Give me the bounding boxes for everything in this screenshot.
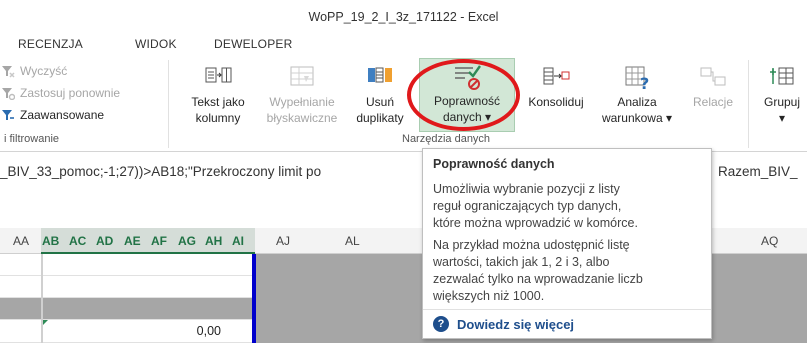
column-divider xyxy=(41,254,43,343)
remove-duplicates-label-2: duplikaty xyxy=(356,111,404,125)
tooltip-title: Poprawność danych xyxy=(433,157,555,171)
data-validation-icon xyxy=(450,59,484,93)
data-validation-label-1: Poprawność xyxy=(433,94,501,108)
text-to-columns-label-2: kolumny xyxy=(195,111,241,125)
relationships-label: Relacje xyxy=(692,95,734,109)
tab-recenzja[interactable]: RECENZJA xyxy=(18,37,83,51)
filter-group-label: i filtrowanie xyxy=(4,133,60,145)
table-row[interactable] xyxy=(0,254,255,276)
tab-widok[interactable]: WIDOK xyxy=(135,37,177,51)
remove-duplicates-button[interactable]: Usuń duplikaty xyxy=(349,60,411,126)
consolidate-label: Konsoliduj xyxy=(528,95,584,109)
tooltip-paragraph-2: Na przykład można udostępnić listę warto… xyxy=(433,238,643,303)
what-if-analysis-button[interactable]: ? Analiza warunkowa ▾ xyxy=(594,60,680,126)
advanced-filter-label: Zaawansowane xyxy=(20,108,105,122)
svg-text:?: ? xyxy=(640,74,649,92)
data-validation-tooltip: Poprawność danych Umożliwia wybranie poz… xyxy=(422,148,712,339)
cell-area[interactable]: 0,00 xyxy=(0,254,255,343)
relationships-icon xyxy=(696,60,730,94)
column-header[interactable]: AJ xyxy=(276,234,290,248)
table-row[interactable] xyxy=(0,276,255,298)
column-header[interactable]: AG xyxy=(178,234,196,248)
group-button[interactable]: Grupuj ▾ xyxy=(754,60,807,126)
formula-text-left: _BIV_33_pomoc;-1;27))>AB18;"Przekroczony… xyxy=(0,164,322,179)
remove-duplicates-icon xyxy=(363,60,397,94)
reapply-label: Zastosuj ponownie xyxy=(20,86,121,100)
tooltip-separator xyxy=(423,309,711,310)
clear-filter-button[interactable]: Wyczyść xyxy=(0,61,67,81)
consolidate-icon xyxy=(539,60,573,94)
column-header[interactable]: AH xyxy=(205,234,222,248)
cell-value: 0,00 xyxy=(196,324,221,338)
column-header[interactable]: AA xyxy=(13,234,29,248)
group-label: Grupuj xyxy=(763,95,801,109)
what-if-analysis-label-1: Analiza xyxy=(617,95,657,109)
table-row[interactable]: 0,00 xyxy=(0,320,255,343)
group-separator xyxy=(168,60,169,148)
consolidate-button[interactable]: Konsoliduj xyxy=(520,60,592,110)
remove-duplicates-label-1: Usuń xyxy=(365,95,394,109)
column-header[interactable]: AC xyxy=(69,234,86,248)
clear-filter-icon xyxy=(0,63,16,79)
tab-deweloper[interactable]: DEWELOPER xyxy=(214,37,292,51)
chevron-down-icon: ▾ xyxy=(666,111,673,125)
advanced-filter-button[interactable]: Zaawansowane xyxy=(0,105,104,125)
column-header[interactable]: AI xyxy=(232,234,244,248)
text-to-columns-label-1: Tekst jako xyxy=(191,95,245,109)
relationships-button[interactable]: Relacje xyxy=(686,60,740,110)
column-header[interactable]: AQ xyxy=(761,234,778,248)
ribbon-tabs: RECENZJA WIDOK DEWELOPER xyxy=(0,34,807,56)
data-tools-group-label: Narzędzia danych xyxy=(402,133,491,145)
group-separator xyxy=(748,60,749,148)
column-header[interactable]: AD xyxy=(96,234,113,248)
tooltip-paragraph-1: Umożliwia wybranie pozycji z listy reguł… xyxy=(433,182,638,230)
column-header[interactable]: AL xyxy=(345,234,360,248)
chevron-down-icon: ▾ xyxy=(778,111,786,125)
column-header[interactable]: AE xyxy=(124,234,141,248)
flash-fill-label-2: błyskawiczne xyxy=(266,111,338,125)
flash-fill-icon xyxy=(285,60,319,94)
flash-fill-button[interactable]: Wypełnianie błyskawiczne xyxy=(258,60,346,126)
column-header[interactable]: AB xyxy=(42,234,59,248)
text-to-columns-icon xyxy=(201,60,235,94)
column-header[interactable]: AF xyxy=(151,234,167,248)
what-if-analysis-icon: ? xyxy=(620,60,654,94)
ribbon: Wyczyść Zastosuj ponownie Zaawansowane i… xyxy=(0,56,807,152)
flash-fill-label-1: Wypełnianie xyxy=(269,95,335,109)
group-icon xyxy=(765,60,799,94)
window-title: WoPP_19_2_I_3z_171122 - Excel xyxy=(308,10,499,24)
reapply-button[interactable]: Zastosuj ponownie xyxy=(0,83,120,103)
text-to-columns-button[interactable]: Tekst jako kolumny xyxy=(181,60,255,126)
reapply-icon xyxy=(0,85,16,101)
clear-filter-label: Wyczyść xyxy=(20,64,68,78)
what-if-analysis-label-2: warunkowa ▾ xyxy=(601,111,673,125)
formula-text-right: Razem_BIV_ xyxy=(718,164,798,179)
data-validation-label-2: danych ▾ xyxy=(442,110,492,124)
chevron-down-icon: ▾ xyxy=(485,110,492,124)
table-row[interactable] xyxy=(0,298,255,320)
data-validation-button[interactable]: Poprawność danych ▾ xyxy=(419,58,515,132)
title-bar: WoPP_19_2_I_3z_171122 - Excel xyxy=(0,0,807,34)
learn-more-link[interactable]: ? Dowiedz się więcej xyxy=(433,316,574,332)
learn-more-label: Dowiedz się więcej xyxy=(457,316,575,332)
help-circle-icon: ? xyxy=(433,316,449,332)
advanced-filter-icon xyxy=(0,107,16,123)
